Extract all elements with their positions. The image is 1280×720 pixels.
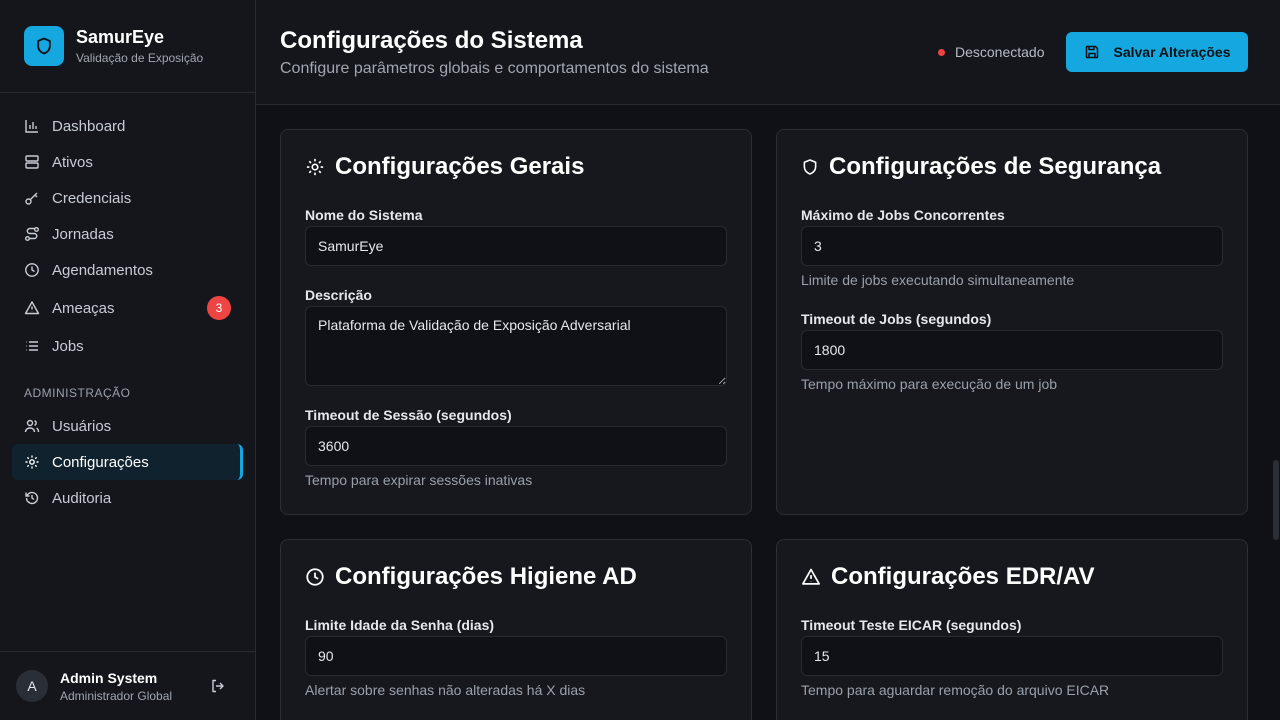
gear-icon [305, 157, 325, 177]
sidebar-item-credenciais[interactable]: Credenciais [12, 180, 243, 216]
card-title-text: Configurações EDR/AV [831, 563, 1095, 590]
session-timeout-help: Tempo para expirar sessões inativas [305, 472, 533, 488]
brand-subtitle: Validação de Exposição [76, 51, 204, 65]
security-settings-card: Configurações de Segurança Máximo de Job… [776, 129, 1248, 515]
route-icon [24, 226, 40, 242]
sidebar-item-label: Ativos [52, 153, 93, 171]
list-icon [24, 338, 40, 354]
main-content: Configurações do Sistema Configure parâm… [256, 0, 1280, 720]
save-button-label: Salvar Alterações [1113, 44, 1231, 60]
sidebar-item-ameacas[interactable]: Ameaças 3 [12, 288, 243, 328]
eicar-timeout-label: Timeout Teste EICAR (segundos) [801, 617, 1022, 633]
session-timeout-input[interactable] [305, 426, 727, 466]
sidebar: SamurEye Validação de Exposição Dashboar… [0, 0, 256, 720]
max-jobs-help: Limite de jobs executando simultaneament… [801, 272, 1075, 288]
sidebar-item-label: Usuários [52, 417, 112, 435]
general-settings-card: Configurações Gerais Nome do Sistema Des… [280, 129, 752, 515]
history-icon [24, 490, 40, 506]
card-title-text: Configurações Gerais [335, 153, 585, 180]
sidebar-item-jobs[interactable]: Jobs [12, 328, 243, 364]
card-title: Configurações Gerais [305, 153, 584, 181]
user-role: Administrador Global [60, 688, 173, 703]
sidebar-item-dashboard[interactable]: Dashboard [12, 108, 243, 144]
eicar-timeout-input[interactable] [801, 636, 1223, 676]
description-textarea[interactable]: Plataforma de Validação de Exposição Adv… [305, 306, 727, 386]
sidebar-item-configuracoes[interactable]: Configurações [12, 444, 243, 480]
sidebar-item-label: Configurações [52, 453, 149, 471]
sidebar-item-label: Ameaças [52, 299, 115, 317]
user-profile: A Admin System Administrador Global [0, 651, 256, 720]
description-label: Descrição [305, 287, 372, 303]
page-subtitle: Configure parâmetros globais e comportam… [280, 60, 709, 77]
save-icon [1084, 44, 1100, 60]
ad-hygiene-settings-card: Configurações Higiene AD Limite Idade da… [280, 539, 752, 720]
bar-chart-icon [24, 118, 40, 134]
sidebar-item-agendamentos[interactable]: Agendamentos [12, 252, 243, 288]
edr-av-settings-card: Configurações EDR/AV Timeout Teste EICAR… [776, 539, 1248, 720]
card-title: Configurações de Segurança [801, 153, 1161, 181]
threat-count-badge: 3 [207, 296, 231, 320]
system-name-label: Nome do Sistema [305, 207, 423, 223]
brand: SamurEye Validação de Exposição [0, 0, 255, 93]
scrollbar-thumb[interactable] [1273, 460, 1279, 540]
card-title: Configurações Higiene AD [305, 563, 637, 591]
alert-triangle-icon [801, 567, 821, 587]
avatar: A [16, 670, 48, 702]
page-header: Configurações do Sistema Configure parâm… [256, 0, 1280, 105]
admin-section-label: ADMINISTRAÇÃO [24, 386, 131, 400]
shield-icon [801, 158, 819, 176]
password-age-label: Limite Idade da Senha (dias) [305, 617, 495, 633]
max-jobs-label: Máximo de Jobs Concorrentes [801, 207, 1005, 223]
status-text: Desconectado [955, 44, 1045, 60]
card-title-text: Configurações de Segurança [829, 153, 1162, 180]
sidebar-item-label: Auditoria [52, 489, 112, 507]
session-timeout-label: Timeout de Sessão (segundos) [305, 407, 512, 423]
sidebar-item-label: Jobs [52, 337, 84, 355]
connection-status: Desconectado [938, 44, 1045, 60]
eicar-timeout-help: Tempo para aguardar remoção do arquivo E… [801, 682, 1110, 698]
user-name: Admin System [60, 669, 158, 686]
sidebar-item-jornadas[interactable]: Jornadas [12, 216, 243, 252]
card-title: Configurações EDR/AV [801, 563, 1095, 591]
users-icon [24, 418, 40, 434]
logout-icon[interactable] [210, 678, 226, 699]
page-title: Configurações do Sistema [280, 27, 583, 54]
save-button[interactable]: Salvar Alterações [1066, 32, 1248, 72]
sidebar-item-ativos[interactable]: Ativos [12, 144, 243, 180]
sidebar-item-label: Credenciais [52, 189, 132, 207]
sidebar-item-label: Dashboard [52, 117, 126, 135]
sidebar-nav: Dashboard Ativos Credenciais Jornadas Ag… [12, 108, 243, 516]
job-timeout-label: Timeout de Jobs (segundos) [801, 311, 992, 327]
server-icon [24, 154, 40, 170]
sidebar-item-label: Agendamentos [52, 261, 153, 279]
password-age-input[interactable] [305, 636, 727, 676]
sidebar-item-usuarios[interactable]: Usuários [12, 408, 243, 444]
scrollbar[interactable] [1272, 0, 1280, 720]
brand-name: SamurEye [76, 27, 165, 47]
sidebar-item-auditoria[interactable]: Auditoria [12, 480, 243, 516]
max-jobs-input[interactable] [801, 226, 1223, 266]
gear-icon [24, 454, 40, 470]
system-name-input[interactable] [305, 226, 727, 266]
alert-triangle-icon [24, 300, 40, 316]
status-dot-icon [938, 48, 945, 56]
sidebar-item-label: Jornadas [52, 225, 114, 243]
job-timeout-help: Tempo máximo para execução de um job [801, 376, 1058, 392]
password-age-help: Alertar sobre senhas não alteradas há X … [305, 682, 586, 698]
shield-logo-icon [24, 26, 64, 66]
card-title-text: Configurações Higiene AD [335, 563, 637, 590]
clock-icon [305, 567, 325, 587]
key-icon [24, 190, 40, 206]
job-timeout-input[interactable] [801, 330, 1223, 370]
clock-icon [24, 262, 40, 278]
